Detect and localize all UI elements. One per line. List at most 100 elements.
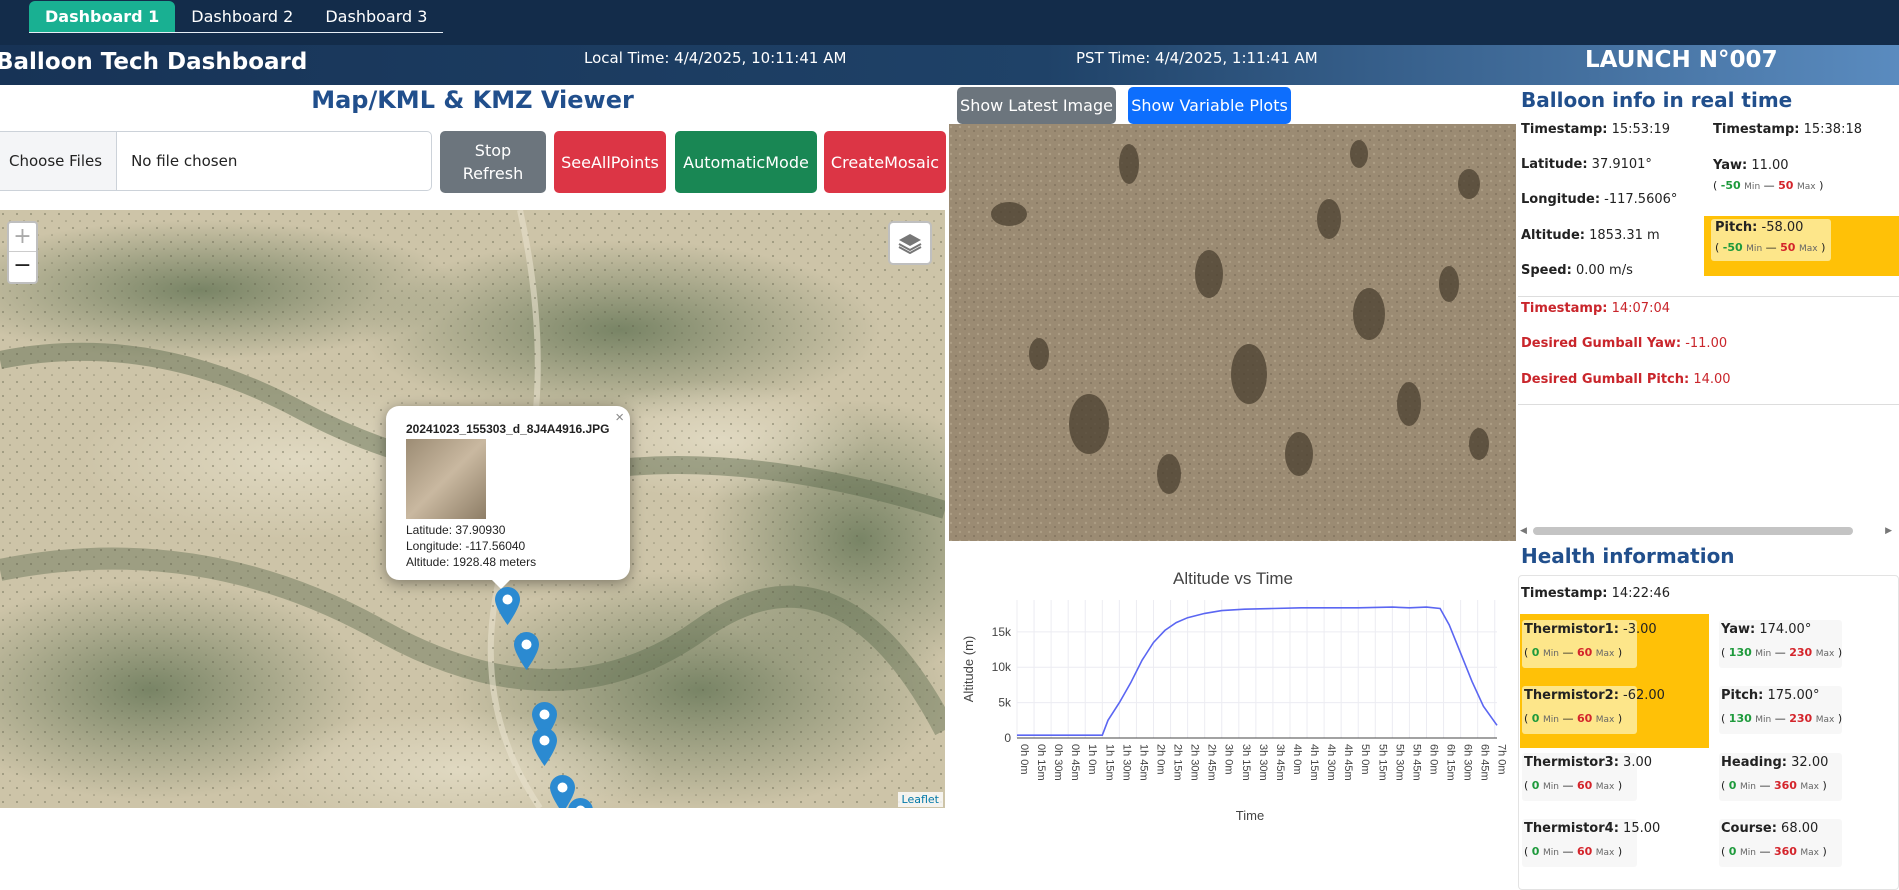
health-range: ( 0 Min — 60 Max ) <box>1524 779 1623 792</box>
yaw-range: ( -50 Min — 50 Max ) <box>1713 179 1824 192</box>
automatic-mode-button[interactable]: AutomaticMode <box>675 131 817 193</box>
x-tick-label: 6h 30m <box>1462 744 1474 781</box>
popup-latitude: Latitude: 37.90930 <box>406 523 506 537</box>
x-tick-label: 1h 45m <box>1137 744 1149 781</box>
dashboard-tabs: Dashboard 1 Dashboard 2 Dashboard 3 <box>29 1 444 33</box>
zoom-in-button[interactable]: + <box>9 223 36 252</box>
health-value: -3.00 <box>1623 622 1657 637</box>
health-label: Course: <box>1721 821 1777 836</box>
scroll-left-icon[interactable]: ◀ <box>1520 526 1527 536</box>
altitude-series-line <box>1017 606 1498 736</box>
altitude-chart-svg: 0 5k 10k 15k 0h 0m 0h 15m 0h 30m 0h 45m 1h 0m 1h … <box>961 569 1508 823</box>
health-value: 175.00° <box>1767 688 1820 703</box>
x-tick-label: 2h 0m <box>1154 744 1166 775</box>
x-tick-label: 0h 15m <box>1035 744 1047 781</box>
x-tick-label: 4h 15m <box>1308 744 1320 781</box>
zoom-control: + − <box>7 221 38 284</box>
alt-label: Altitude: <box>1521 228 1585 243</box>
x-tick-label: 1h 0m <box>1086 744 1098 775</box>
x-tick-label: 5h 15m <box>1376 744 1388 781</box>
x-axis-label: Time <box>1236 808 1264 823</box>
file-input[interactable]: Choose Files No file chosen <box>0 131 432 191</box>
layers-icon <box>898 234 922 254</box>
x-tick-label: 3h 45m <box>1274 744 1286 781</box>
health-label: Thermistor2: <box>1524 688 1619 703</box>
popup-close-button[interactable]: × <box>615 409 624 426</box>
yaw-value: 11.00 <box>1751 158 1789 173</box>
x-tick-label: 2h 45m <box>1206 744 1218 781</box>
divider <box>1518 404 1899 405</box>
timestamp-value: 15:53:19 <box>1611 122 1670 137</box>
launch-number: LAUNCH N°007 <box>1585 47 1778 73</box>
pst-time: PST Time: 4/4/2025, 1:11:41 AM <box>1076 49 1318 67</box>
y-tick-label: 10k <box>992 660 1012 674</box>
divider <box>1518 296 1899 297</box>
health-ts-label: Timestamp: <box>1521 586 1608 601</box>
gumball-yaw-value: -11.00 <box>1685 336 1728 351</box>
pitch-value: -58.00 <box>1761 220 1804 235</box>
page-title: Balloon Tech Dashboard <box>0 49 308 75</box>
gumball-pitch-value: 14.00 <box>1693 372 1731 387</box>
leaflet-attribution[interactable]: Leaflet <box>897 792 943 807</box>
file-status: No file chosen <box>131 152 238 170</box>
map-marker-icon[interactable] <box>568 798 593 808</box>
health-label: Thermistor1: <box>1524 622 1619 637</box>
map-marker-icon[interactable] <box>532 728 557 766</box>
chart-title: Altitude vs Time <box>1173 569 1293 588</box>
health-value: 68.00 <box>1781 821 1819 836</box>
x-tick-label: 0h 30m <box>1052 744 1064 781</box>
health-label: Yaw: <box>1721 622 1756 637</box>
pitch-range: ( -50 Min — 50 Max ) <box>1715 241 1826 254</box>
image-popup: × 20241023_155303_d_8J4A4916.JPG Latitud… <box>386 406 630 589</box>
tab-dashboard-1[interactable]: Dashboard 1 <box>29 1 176 32</box>
scroll-right-icon[interactable]: ▶ <box>1885 526 1892 536</box>
horizontal-scrollbar[interactable]: ◀ ▶ <box>1520 526 1892 536</box>
health-value: 3.00 <box>1623 755 1652 770</box>
map-view[interactable]: + − × 20241023_155303_d_8J4A4916.JPG Lat… <box>0 210 945 808</box>
health-range: ( 130 Min — 230 Max ) <box>1721 712 1843 725</box>
stop-refresh-button[interactable]: Stop Refresh <box>440 131 546 193</box>
longitude-value: -117.5606° <box>1604 192 1678 207</box>
health-label: Thermistor4: <box>1524 821 1619 836</box>
see-all-points-button[interactable]: SeeAllPoints <box>554 131 666 193</box>
popup-thumbnail[interactable] <box>406 439 486 519</box>
health-range: ( 130 Min — 230 Max ) <box>1721 646 1843 659</box>
x-tick-label: 7h 0m <box>1496 744 1508 775</box>
x-tick-label: 3h 30m <box>1257 744 1269 781</box>
popup-longitude: Longitude: -117.56040 <box>406 539 526 553</box>
altitude-value: 1853.31 m <box>1589 228 1660 243</box>
latest-aerial-image <box>949 124 1516 541</box>
map-marker-icon[interactable] <box>495 587 520 625</box>
x-tick-label: 5h 45m <box>1410 744 1422 781</box>
lon-label: Longitude: <box>1521 192 1601 207</box>
health-value: 32.00 <box>1791 755 1829 770</box>
health-value: -62.00 <box>1623 688 1665 703</box>
lat-label: Latitude: <box>1521 157 1588 172</box>
y-tick-label: 15k <box>992 625 1012 639</box>
balloon-info-title: Balloon info in real time <box>1521 88 1793 112</box>
latitude-value: 37.9101° <box>1591 157 1652 172</box>
gumball-yaw-label: Desired Gumball Yaw: <box>1521 336 1682 351</box>
tab-dashboard-2[interactable]: Dashboard 2 <box>175 1 309 32</box>
gumball-pitch-label: Desired Gumball Pitch: <box>1521 372 1690 387</box>
top-nav: Dashboard 1 Dashboard 2 Dashboard 3 <box>0 0 1899 45</box>
create-mosaic-button[interactable]: CreateMosaic <box>824 131 946 193</box>
layers-button[interactable] <box>888 221 932 265</box>
scrollbar-thumb[interactable] <box>1532 527 1853 535</box>
health-value: 15.00 <box>1623 821 1661 836</box>
x-tick-label: 2h 30m <box>1189 744 1201 781</box>
health-range: ( 0 Min — 60 Max ) <box>1524 712 1623 725</box>
ts2-label: Timestamp: <box>1713 122 1800 137</box>
header-bar: Balloon Tech Dashboard Local Time: 4/4/2… <box>0 45 1899 85</box>
y-axis-label: Altitude (m) <box>961 636 976 702</box>
choose-files-button[interactable]: Choose Files <box>0 132 118 190</box>
zoom-out-button[interactable]: − <box>9 252 36 281</box>
speed-value: 0.00 m/s <box>1575 263 1633 278</box>
x-tick-label: 4h 30m <box>1325 744 1337 781</box>
ts-label: Timestamp: <box>1521 122 1608 137</box>
y-tick-label: 0 <box>1004 731 1011 745</box>
show-latest-image-button[interactable]: Show Latest Image <box>957 87 1116 124</box>
map-marker-icon[interactable] <box>514 632 539 670</box>
show-variable-plots-button[interactable]: Show Variable Plots <box>1128 87 1291 124</box>
tab-dashboard-3[interactable]: Dashboard 3 <box>309 1 443 32</box>
